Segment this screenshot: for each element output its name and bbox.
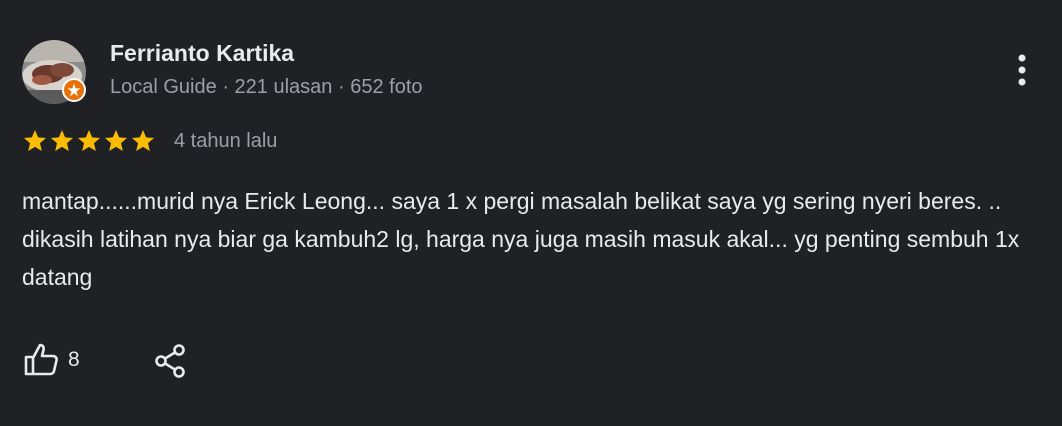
more-options-button[interactable]: [1004, 50, 1040, 90]
like-count: 8: [68, 348, 80, 371]
meta-separator: ·: [222, 76, 229, 98]
star-icon: [77, 129, 101, 151]
star-rating: [22, 128, 156, 154]
author-meta: Local Guide · 221 ulasan · 652 foto: [110, 76, 423, 99]
star-icon: [50, 129, 74, 151]
star-icon: [23, 129, 47, 151]
star-icon: [131, 129, 155, 151]
thumbs-up-icon: [24, 343, 58, 376]
meta-separator: ·: [337, 76, 345, 98]
share-icon: [155, 344, 185, 378]
photos-count: 652 foto: [350, 76, 423, 98]
review-text: mantap......murid nya Erick Leong... say…: [22, 188, 1020, 290]
reviews-count: 221 ulasan: [234, 76, 333, 98]
author-name[interactable]: Ferrianto Kartika: [110, 40, 294, 67]
more-vert-icon: [1018, 54, 1026, 86]
share-button[interactable]: [152, 343, 188, 379]
author-avatar[interactable]: [22, 40, 86, 104]
star-icon: [104, 129, 128, 151]
like-button[interactable]: 8: [22, 340, 80, 380]
review-time: 4 tahun lalu: [174, 130, 278, 152]
review-card: Ferrianto Kartika Local Guide · 221 ulas…: [0, 0, 1062, 426]
local-guide-badge-icon: [62, 78, 86, 102]
local-guide-label: Local Guide: [110, 76, 217, 98]
